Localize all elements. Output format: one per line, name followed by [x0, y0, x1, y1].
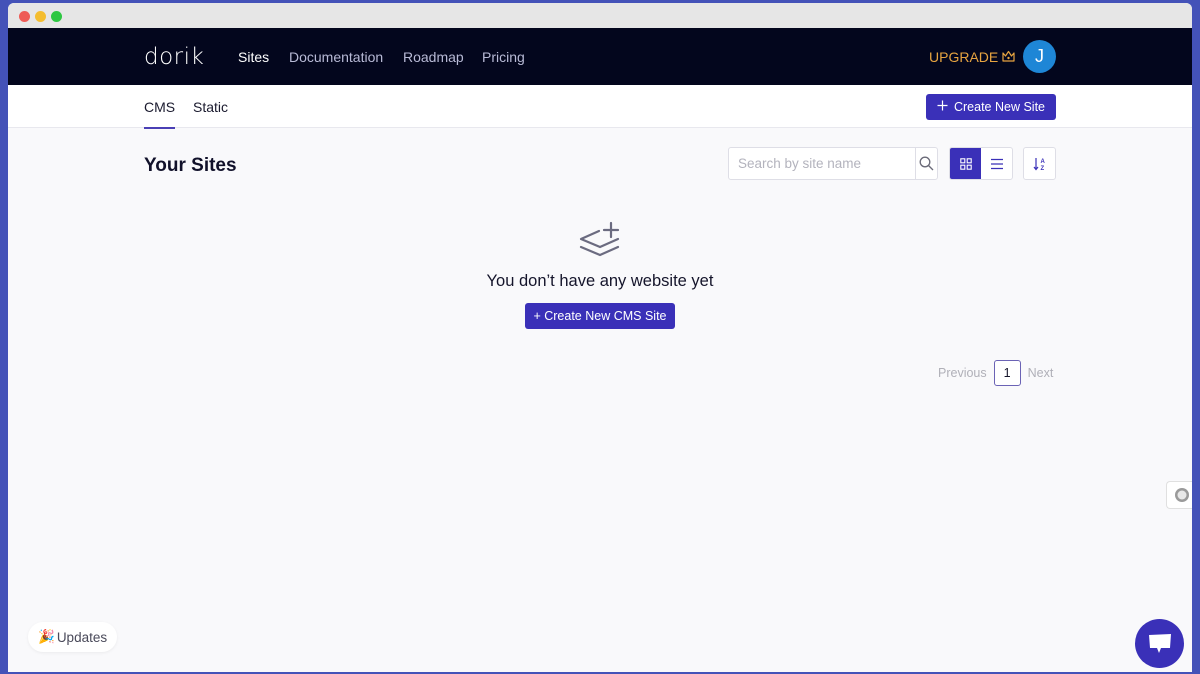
search-input[interactable] [729, 148, 915, 179]
window-titlebar [8, 3, 1192, 28]
accessibility-widget-button[interactable] [1166, 481, 1192, 509]
updates-label: Updates [56, 629, 108, 645]
nav-documentation[interactable]: Documentation [289, 49, 383, 65]
tab-static[interactable]: Static [193, 99, 228, 127]
plus-icon [937, 100, 948, 114]
create-new-site-label: Create New Site [953, 100, 1045, 114]
list-view-button[interactable] [981, 148, 1012, 179]
nav-sites[interactable]: Sites [238, 49, 269, 65]
site-type-tabs: CMS Static Create New Site [8, 85, 1192, 129]
top-navigation: dorik Sites Documentation Roadmap Pricin… [8, 28, 1192, 85]
search-icon [919, 156, 934, 171]
page-title: Your Sites [144, 155, 237, 176]
empty-state-message: You don’t have any website yet [486, 272, 714, 290]
crown-icon [1002, 49, 1015, 65]
upgrade-label: UPGRADE [929, 49, 999, 65]
chat-button[interactable] [1135, 619, 1184, 668]
view-mode-toggle [949, 147, 1013, 180]
page-1-button[interactable]: 1 [993, 360, 1021, 386]
dorik-logo[interactable]: dorik [144, 44, 204, 70]
create-new-cms-site-button[interactable]: + Create New CMS Site [525, 303, 675, 329]
tab-cms[interactable]: CMS [144, 99, 176, 129]
nav-pricing[interactable]: Pricing [482, 49, 525, 65]
circle-widget-icon [1174, 488, 1189, 502]
next-page-button[interactable]: Next [1028, 366, 1054, 380]
svg-text:Z: Z [1040, 166, 1044, 171]
party-popper-icon: 🎉 [38, 629, 55, 644]
grid-view-button[interactable] [950, 148, 981, 179]
list-icon [990, 158, 1003, 169]
previous-page-button[interactable]: Previous [938, 366, 987, 380]
chat-icon [1148, 633, 1171, 653]
svg-text:A: A [1040, 159, 1045, 165]
create-new-site-button[interactable]: Create New Site [926, 94, 1056, 120]
close-window-button[interactable] [19, 11, 30, 22]
updates-button[interactable]: 🎉 Updates [28, 622, 118, 652]
sort-button[interactable]: AZ [1023, 147, 1056, 180]
search-button[interactable] [915, 148, 937, 179]
grid-icon [959, 157, 972, 170]
minimize-window-button[interactable] [35, 11, 46, 22]
layers-plus-icon [578, 219, 622, 268]
nav-roadmap[interactable]: Roadmap [403, 49, 464, 65]
pagination: Previous 1 Next [938, 360, 1053, 386]
maximize-window-button[interactable] [51, 11, 62, 22]
upgrade-link[interactable]: UPGRADE [929, 49, 1015, 65]
user-avatar[interactable]: J [1023, 40, 1056, 73]
site-search [728, 147, 938, 180]
sort-az-icon: AZ [1033, 157, 1045, 171]
browser-window: dorik Sites Documentation Roadmap Pricin… [8, 3, 1192, 672]
